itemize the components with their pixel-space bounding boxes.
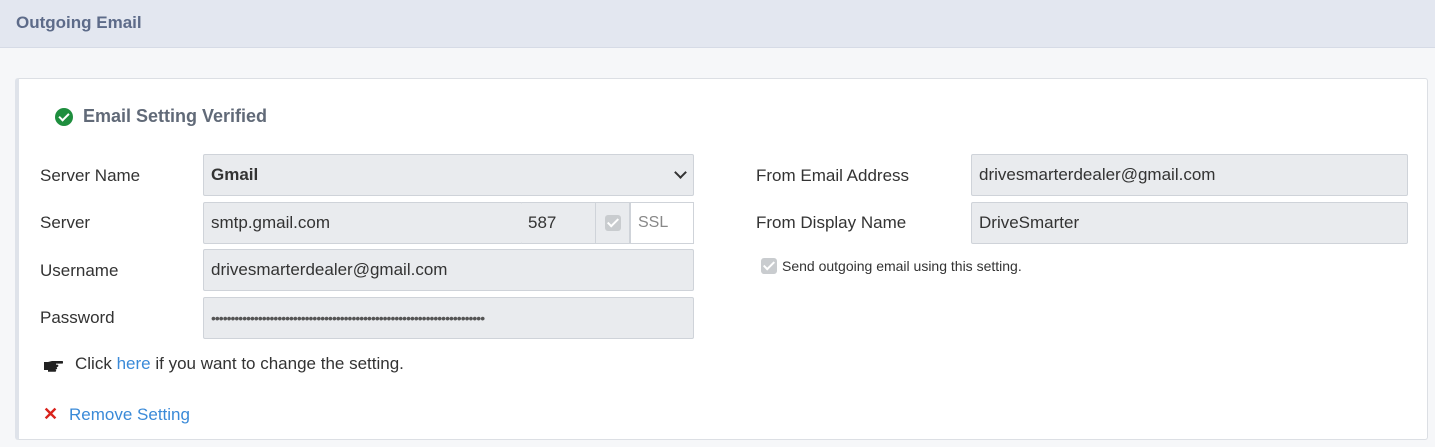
server-label: Server: [40, 213, 91, 232]
remove-setting-row: ✕ Remove Setting: [43, 404, 190, 425]
verified-status: Email Setting Verified: [55, 106, 267, 127]
send-outgoing-row: Send outgoing email using this setting.: [761, 258, 1022, 274]
from-email-field[interactable]: drivesmarterdealer@gmail.com: [971, 154, 1408, 196]
chevron-down-icon: [674, 166, 687, 179]
verified-status-label: Email Setting Verified: [83, 106, 268, 126]
username-label: Username: [40, 261, 119, 280]
server-value: smtp.gmail.com: [211, 213, 331, 232]
remove-setting-link[interactable]: Remove Setting: [69, 405, 190, 425]
close-icon: ✕: [43, 404, 59, 424]
password-field[interactable]: ••••••••••••••••••••••••••••••••••••••••…: [203, 297, 694, 339]
hint-prefix: Click: [75, 354, 112, 373]
change-setting-link[interactable]: here: [117, 354, 151, 374]
ssl-checkbox[interactable]: [605, 215, 621, 231]
server-name-label: Server Name: [40, 166, 141, 185]
ssl-field[interactable]: SSL: [630, 202, 694, 244]
password-label: Password: [40, 308, 115, 327]
hint-suffix: if you want to change the setting.: [155, 354, 404, 373]
ssl-checkbox-wrap: [596, 202, 630, 244]
from-display-label: From Display Name: [756, 213, 907, 232]
page-header: Outgoing Email: [0, 0, 1435, 48]
password-value: ••••••••••••••••••••••••••••••••••••••••…: [211, 310, 485, 326]
change-setting-hint: Click here if you want to change the set…: [43, 354, 404, 374]
pointing-hand-icon: [44, 361, 63, 372]
page-title: Outgoing Email: [16, 13, 142, 32]
port-field[interactable]: 587: [522, 202, 596, 244]
server-field[interactable]: smtp.gmail.com: [203, 202, 523, 244]
from-display-value: DriveSmarter: [979, 213, 1080, 232]
send-outgoing-label: Send outgoing email using this setting.: [782, 258, 1022, 274]
outgoing-email-panel: Email Setting Verified Server Name Gmail…: [15, 78, 1428, 440]
server-name-select[interactable]: Gmail: [203, 154, 694, 196]
port-value: 587: [528, 213, 557, 232]
check-circle-icon: [55, 107, 73, 126]
from-email-value: drivesmarterdealer@gmail.com: [979, 165, 1216, 184]
username-field[interactable]: drivesmarterdealer@gmail.com: [203, 249, 694, 291]
ssl-placeholder: SSL: [638, 214, 669, 231]
from-display-field[interactable]: DriveSmarter: [971, 202, 1408, 244]
send-outgoing-checkbox[interactable]: [761, 258, 777, 274]
from-email-label: From Email Address: [756, 166, 910, 185]
server-name-value: Gmail: [211, 165, 259, 184]
username-value: drivesmarterdealer@gmail.com: [211, 260, 448, 279]
